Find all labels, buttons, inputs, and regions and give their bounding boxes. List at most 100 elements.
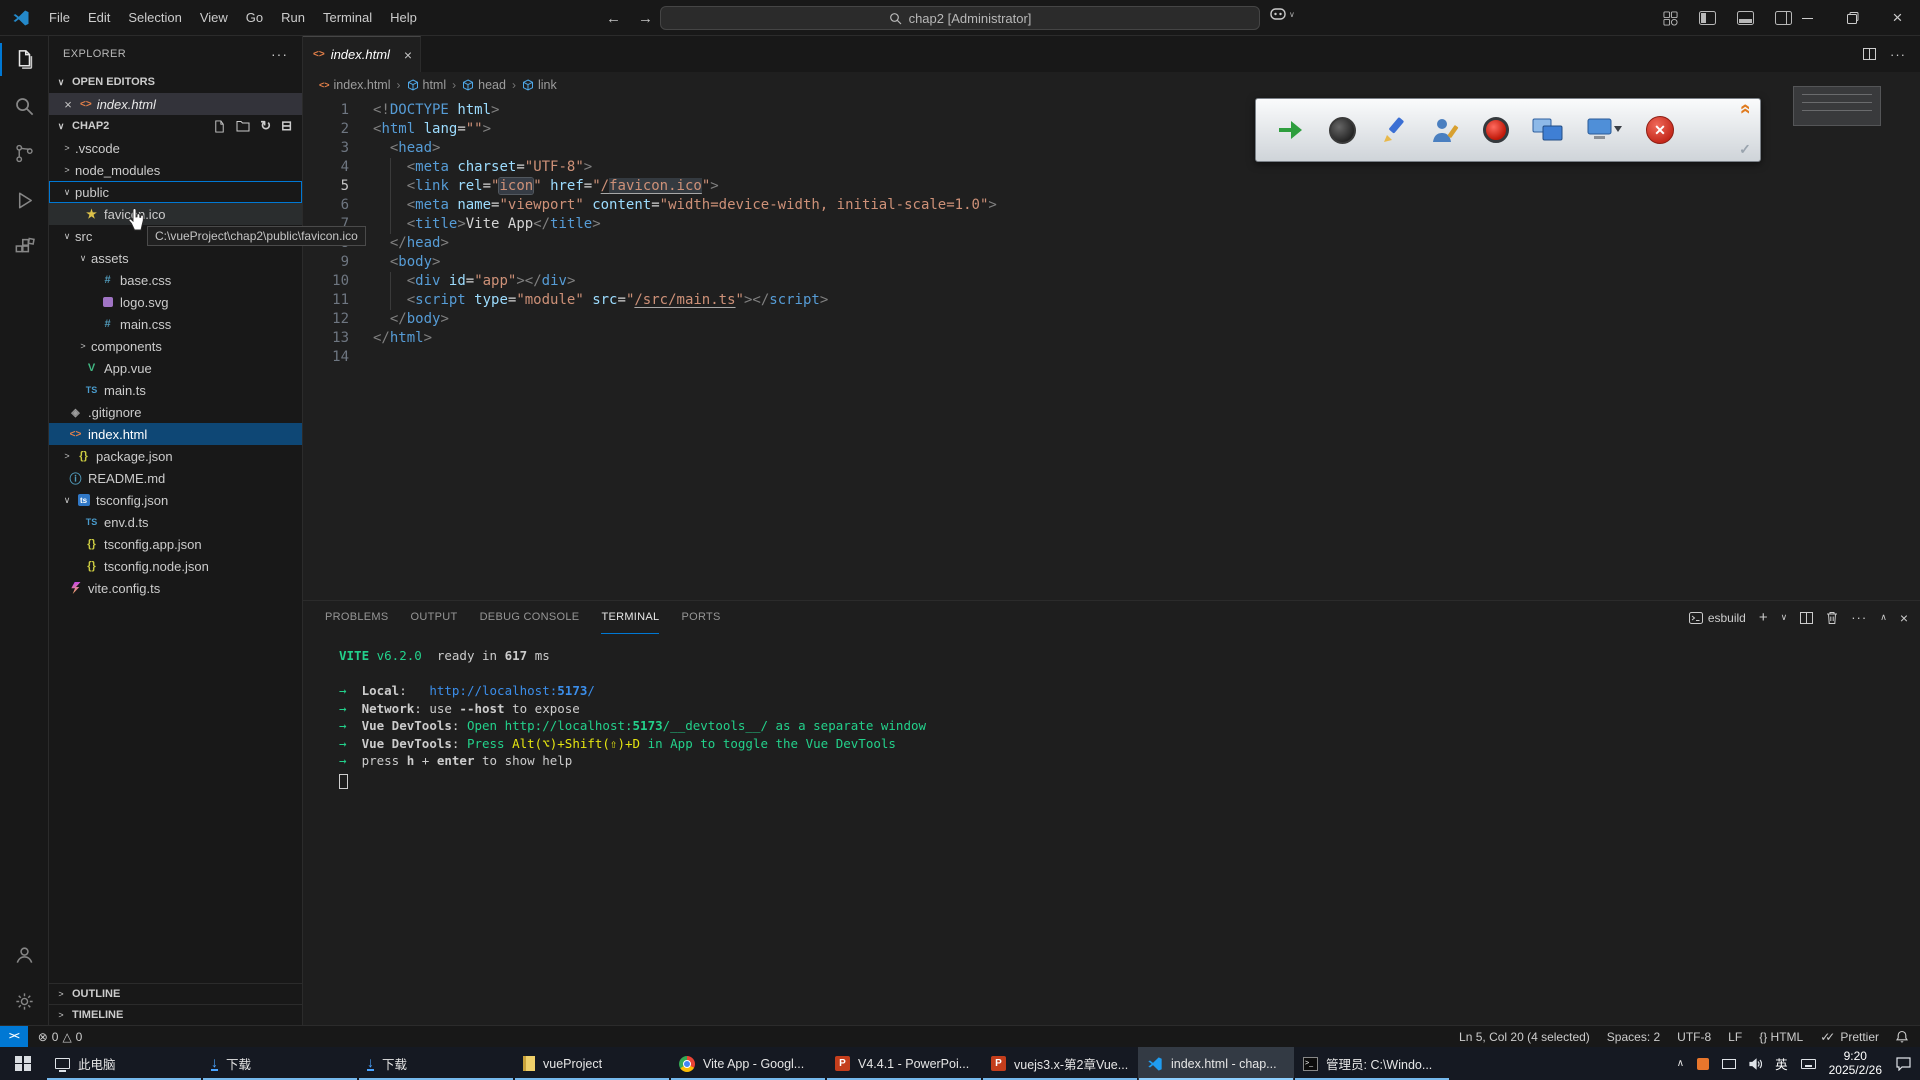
minimize-button[interactable]	[1785, 0, 1830, 36]
capture-record-icon[interactable]	[1483, 117, 1509, 143]
split-editor-icon[interactable]	[1863, 48, 1876, 60]
taskbar-clock[interactable]: 9:20 2025/2/26	[1829, 1050, 1882, 1077]
tree-item-env.d.ts[interactable]: TSenv.d.ts	[49, 511, 302, 533]
capture-stop-icon[interactable]: ✕	[1646, 116, 1674, 144]
refresh-icon[interactable]: ↻	[260, 118, 271, 134]
breadcrumb-html[interactable]: html	[407, 78, 447, 92]
close-icon[interactable]: ×	[61, 97, 75, 112]
taskbar-button-cmd[interactable]: >_管理员: C:\Windo...	[1294, 1047, 1450, 1080]
activity-settings[interactable]	[0, 978, 48, 1025]
status-prettier[interactable]: ✓✓Prettier	[1820, 1030, 1879, 1044]
code-editor[interactable]: 1<!DOCTYPE html>2<html lang="">3 <head>4…	[303, 98, 1920, 600]
tree-item-favicon.ico[interactable]: ★favicon.ico	[49, 203, 302, 225]
close-panel-icon[interactable]: ×	[1900, 610, 1908, 626]
customize-layout-icon[interactable]	[1663, 11, 1678, 26]
tray-keyboard-icon[interactable]	[1801, 1059, 1816, 1069]
breadcrumb-index.html[interactable]: <>index.html	[319, 78, 391, 92]
split-terminal-icon[interactable]	[1800, 612, 1813, 624]
tray-volume-icon[interactable]	[1749, 1058, 1762, 1070]
terminal-dropdown-icon[interactable]: ∨	[1781, 612, 1788, 623]
status--html[interactable]: {} HTML	[1759, 1030, 1803, 1044]
activity-run-debug[interactable]	[0, 177, 48, 224]
activity-extensions[interactable]	[0, 224, 48, 271]
tree-item-main.ts[interactable]: TSmain.ts	[49, 379, 302, 401]
panel-tab-terminal[interactable]: TERMINAL	[601, 601, 659, 634]
activity-explorer[interactable]	[0, 36, 48, 83]
menu-go[interactable]: Go	[237, 0, 272, 36]
menu-edit[interactable]: Edit	[79, 0, 119, 36]
panel-tab-output[interactable]: OUTPUT	[411, 601, 458, 634]
tree-item-vite.config.ts[interactable]: vite.config.ts	[49, 577, 302, 599]
notifications-bell-icon[interactable]	[1896, 1030, 1908, 1043]
tree-item-index.html[interactable]: <>index.html	[49, 423, 302, 445]
toggle-sidebar-icon[interactable]	[1699, 11, 1716, 25]
new-terminal-icon[interactable]: +	[1759, 609, 1768, 626]
open-editors-header[interactable]: ∨ OPEN EDITORS	[49, 71, 302, 93]
panel-tab-problems[interactable]: PROBLEMS	[325, 601, 389, 634]
activity-account[interactable]	[0, 931, 48, 978]
menu-run[interactable]: Run	[272, 0, 314, 36]
terminal-profile[interactable]: esbuild	[1689, 611, 1746, 625]
tree-item-tsconfig.json[interactable]: ∨tstsconfig.json	[49, 489, 302, 511]
collapse-all-icon[interactable]: ⊟	[281, 118, 292, 134]
activity-search[interactable]	[0, 83, 48, 130]
forward-arrow-icon[interactable]: →	[638, 10, 653, 27]
status-spaces-2[interactable]: Spaces: 2	[1607, 1030, 1660, 1044]
command-center-search[interactable]: chap2 [Administrator]	[660, 6, 1260, 30]
timeline-section[interactable]: > TIMELINE	[49, 1004, 302, 1025]
tray-display-icon[interactable]	[1722, 1059, 1736, 1069]
tree-item-public[interactable]: ∨public	[49, 181, 302, 203]
breadcrumb-link[interactable]: link	[522, 78, 557, 92]
taskbar-button-powerpoint[interactable]: Pvuejs3.x-第2章Vue...	[982, 1047, 1138, 1080]
tree-item-tsconfig.node.json[interactable]: {}tsconfig.node.json	[49, 555, 302, 577]
notification-center-icon[interactable]	[1895, 1056, 1912, 1071]
taskbar-button-notepad[interactable]: vueProject	[514, 1047, 670, 1080]
tree-item-logo.svg[interactable]: logo.svg	[49, 291, 302, 313]
tree-item-main.css[interactable]: #main.css	[49, 313, 302, 335]
start-button[interactable]	[0, 1047, 46, 1080]
confirm-icon[interactable]: ✓	[1739, 141, 1751, 158]
outline-section[interactable]: > OUTLINE	[49, 983, 302, 1004]
menu-view[interactable]: View	[191, 0, 237, 36]
menu-terminal[interactable]: Terminal	[314, 0, 381, 36]
capture-export-arrow-icon[interactable]	[1276, 117, 1306, 143]
restore-button[interactable]	[1830, 0, 1875, 36]
remote-indicator[interactable]: ><	[0, 1026, 28, 1047]
tree-item-assets[interactable]: ∨assets	[49, 247, 302, 269]
menu-help[interactable]: Help	[381, 0, 426, 36]
panel-more-icon[interactable]: ···	[1851, 610, 1867, 625]
copilot-menu[interactable]: ∨	[1270, 8, 1295, 20]
capture-screens-icon[interactable]	[1532, 117, 1564, 143]
menu-file[interactable]: File	[40, 0, 79, 36]
new-folder-icon[interactable]	[236, 120, 250, 132]
project-section-header[interactable]: ∨ CHAP2 ↻ ⊟	[49, 115, 302, 137]
tree-item-.vscode[interactable]: >.vscode	[49, 137, 302, 159]
problems-status[interactable]: ⊗ 0 △ 0	[28, 1030, 83, 1044]
kill-terminal-icon[interactable]	[1826, 611, 1838, 624]
status-lf[interactable]: LF	[1728, 1030, 1742, 1044]
capture-lens-icon[interactable]	[1329, 117, 1356, 144]
taskbar-button-download[interactable]: ↓下载	[202, 1047, 358, 1080]
tree-item-base.css[interactable]: #base.css	[49, 269, 302, 291]
expand-toolbar-icon[interactable]: »	[1738, 104, 1752, 115]
taskbar-button-this-pc[interactable]: 此电脑	[46, 1047, 202, 1080]
capture-pen-icon[interactable]	[1379, 116, 1407, 144]
toggle-panel-icon[interactable]	[1737, 11, 1754, 25]
close-tab-icon[interactable]: ×	[404, 47, 412, 63]
status-utf-8[interactable]: UTF-8	[1677, 1030, 1711, 1044]
tree-item-.gitignore[interactable]: ◈.gitignore	[49, 401, 302, 423]
terminal-output[interactable]: VITE v6.2.0 ready in 617 ms → Local: htt…	[303, 634, 1920, 1025]
close-button[interactable]: ×	[1875, 0, 1920, 36]
tray-orange-app-icon[interactable]	[1697, 1058, 1709, 1070]
tree-item-tsconfig.app.json[interactable]: {}tsconfig.app.json	[49, 533, 302, 555]
tree-item-components[interactable]: >components	[49, 335, 302, 357]
tree-item-package.json[interactable]: >{}package.json	[49, 445, 302, 467]
capture-screen-select-icon[interactable]	[1587, 117, 1623, 143]
panel-tab-ports[interactable]: PORTS	[681, 601, 720, 634]
panel-tab-debug-console[interactable]: DEBUG CONSOLE	[480, 601, 580, 634]
status-ln-5-col-20-4-selected-[interactable]: Ln 5, Col 20 (4 selected)	[1459, 1030, 1590, 1044]
back-arrow-icon[interactable]: ←	[606, 10, 621, 27]
maximize-panel-icon[interactable]: ∧	[1880, 612, 1887, 623]
taskbar-button-download[interactable]: ↓下载	[358, 1047, 514, 1080]
tray-chevron-up-icon[interactable]: ∧	[1677, 1058, 1684, 1069]
